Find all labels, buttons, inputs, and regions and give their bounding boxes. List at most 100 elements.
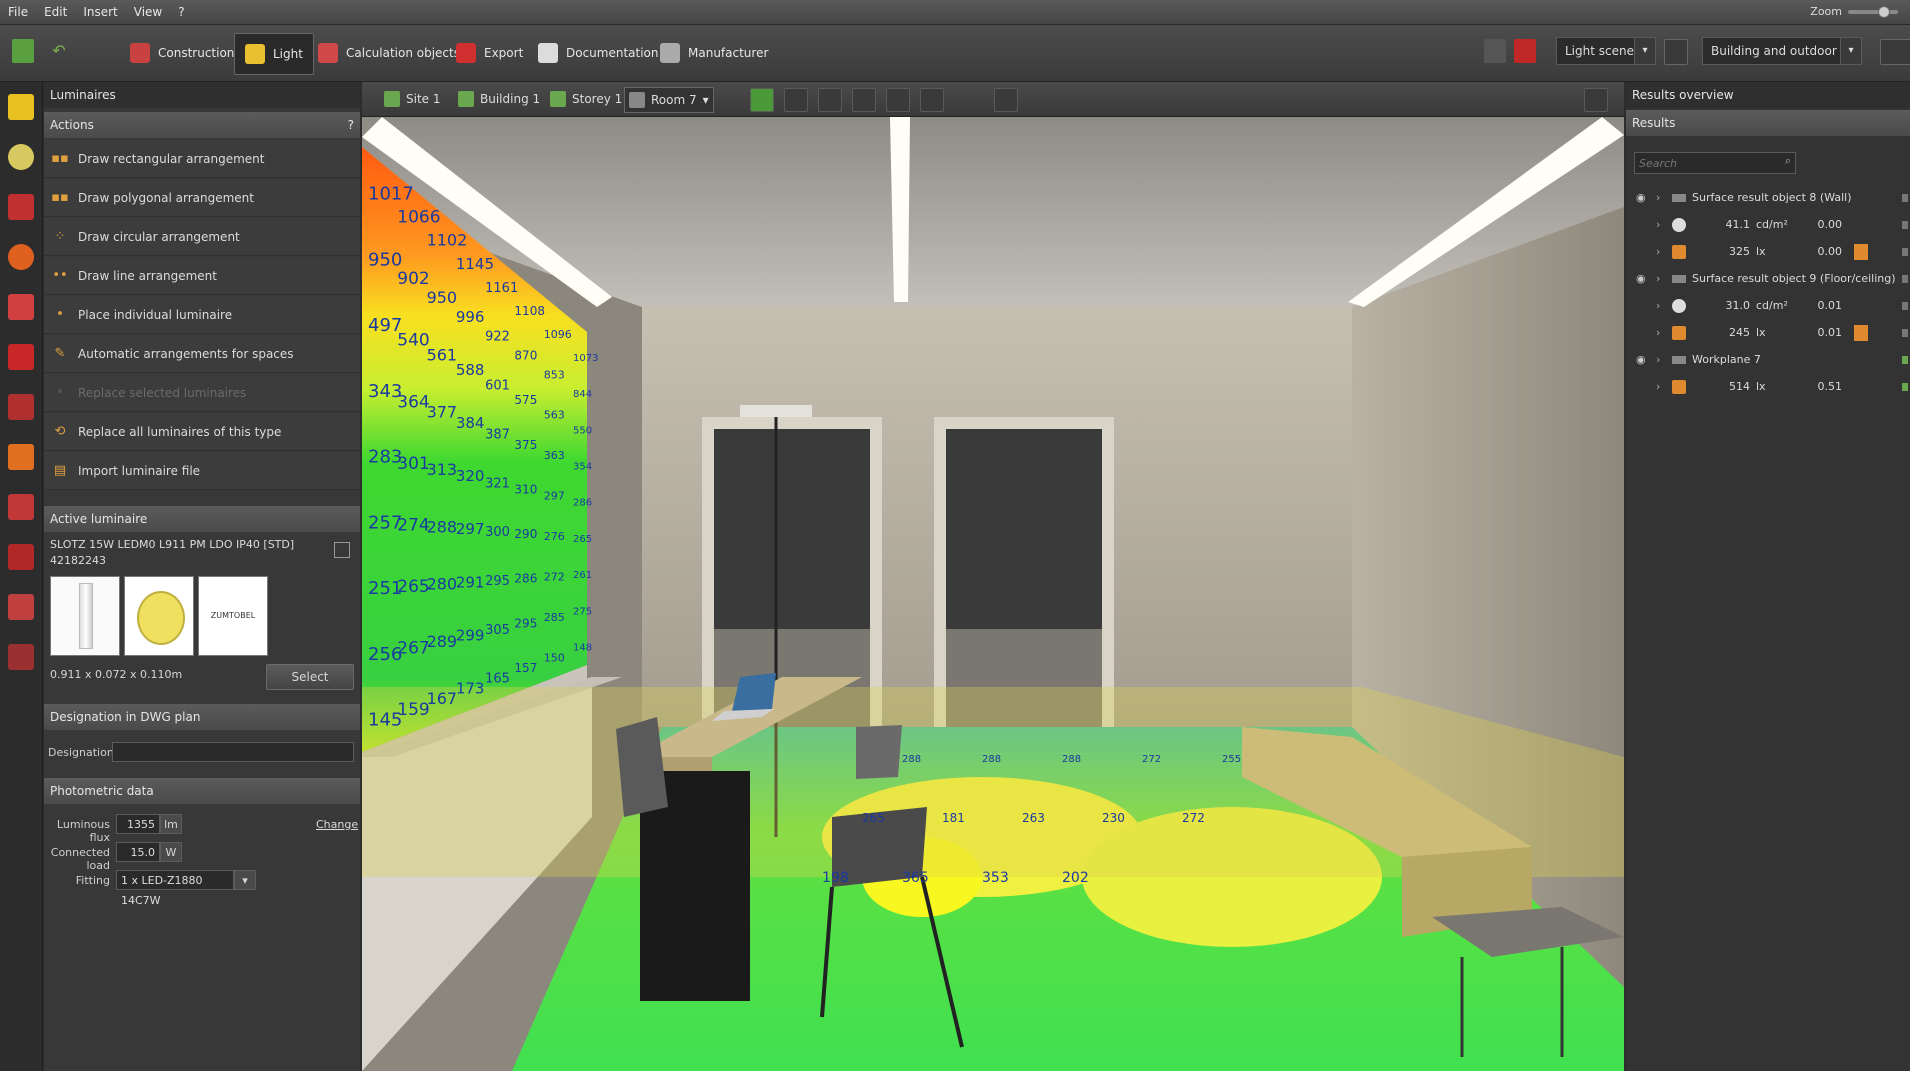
action-label: Draw circular arrangement <box>78 229 240 244</box>
zoom-slider[interactable] <box>1848 6 1898 18</box>
site-icon <box>384 91 400 107</box>
chevron-down-icon[interactable]: ▾ <box>234 870 256 890</box>
result-value-row[interactable]: › 41.1 cd/m² 0.00 <box>1626 213 1910 237</box>
designation-input[interactable] <box>112 742 354 762</box>
floor-isolux-value: 198 <box>822 870 849 886</box>
view-front-icon[interactable] <box>818 88 842 112</box>
luminous-flux-unit: lm <box>160 814 182 834</box>
measure-icon[interactable] <box>8 294 34 320</box>
surface-icon <box>1672 194 1686 202</box>
luminaire-icon[interactable] <box>8 94 34 120</box>
expand-arrow-icon[interactable]: › <box>1656 213 1660 237</box>
isolux-value: 148 <box>573 643 592 654</box>
arrangement-icon[interactable] <box>8 194 34 220</box>
room-icon[interactable] <box>8 344 34 370</box>
window-icon[interactable] <box>8 544 34 570</box>
object-icon[interactable] <box>8 594 34 620</box>
bulb-icon[interactable] <box>8 144 34 170</box>
zoom-slider-knob[interactable] <box>1878 6 1890 18</box>
stack-icon[interactable] <box>8 444 34 470</box>
door-icon[interactable] <box>8 494 34 520</box>
tab-manufacturer[interactable]: Manufacturer <box>650 33 778 73</box>
delete-icon[interactable] <box>1514 39 1536 63</box>
tab-construction[interactable]: Construction <box>120 33 244 73</box>
expand-arrow-icon[interactable]: › <box>1656 348 1660 372</box>
expand-arrow-icon[interactable]: › <box>1656 267 1660 291</box>
crumb-room[interactable]: Room 7 ▾ <box>624 87 714 113</box>
menu-view[interactable]: View <box>126 0 170 24</box>
search-input[interactable] <box>1635 153 1771 173</box>
view-right-icon[interactable] <box>920 88 944 112</box>
floor-isolux-value: 353 <box>982 870 1009 886</box>
monitor-icon[interactable] <box>1664 39 1688 65</box>
result-value-row[interactable]: › 245 lx 0.01 <box>1626 321 1910 345</box>
action-import-luminaire[interactable]: ▤ Import luminaire file <box>44 452 360 490</box>
isolux-value: 364 <box>397 392 429 412</box>
crumb-site[interactable]: Site 1 <box>380 87 445 111</box>
view-toolbar: Site 1 Building 1 Storey 1 Room 7 ▾ <box>362 82 1624 117</box>
action-draw-polygonal[interactable]: ▪▪ Draw polygonal arrangement <box>44 179 360 217</box>
view-plan-icon[interactable] <box>784 88 808 112</box>
view-3d-icon[interactable] <box>750 88 774 112</box>
result-object-label: Surface result object 9 (Floor/ceiling) <box>1692 272 1896 285</box>
light-distribution-diagram <box>124 576 194 656</box>
panel-toggle-icon[interactable] <box>1880 39 1910 65</box>
action-automatic-arrangement[interactable]: ✎ Automatic arrangements for spaces <box>44 335 360 373</box>
search-box[interactable]: ⌕ <box>1634 152 1796 174</box>
isolux-value: 272 <box>544 570 565 583</box>
result-value-row[interactable]: › 325 lx 0.00 <box>1626 240 1910 264</box>
undo-icon[interactable]: ↶ <box>48 39 70 63</box>
tab-calculation-objects-label: Calculation objects <box>346 46 460 60</box>
menu-help[interactable]: ? <box>170 0 192 24</box>
menu-edit[interactable]: Edit <box>36 0 75 24</box>
result-object-row[interactable]: ◉ › Surface result object 9 (Floor/ceiling… <box>1626 267 1910 291</box>
result-value-row[interactable]: › 514 lx 0.51 <box>1626 375 1910 399</box>
expand-arrow-icon[interactable]: › <box>1656 294 1660 318</box>
crumb-building[interactable]: Building 1 <box>454 87 544 111</box>
eye-icon[interactable]: ◉ <box>1636 186 1646 210</box>
action-draw-circular[interactable]: ⁘ Draw circular arrangement <box>44 218 360 256</box>
action-replace-all[interactable]: ⟲ Replace all luminaires of this type <box>44 413 360 451</box>
stairs-icon[interactable] <box>8 644 34 670</box>
search-icon[interactable]: ⌕ <box>1785 154 1791 168</box>
grid-icon[interactable] <box>1030 88 1052 110</box>
save-icon[interactable] <box>12 39 34 63</box>
action-draw-line[interactable]: •• Draw line arrangement <box>44 257 360 295</box>
3d-viewport[interactable]: 1017 1066 1102 1145 1161 1108 1096 1073 950 902 95… <box>362 117 1624 1071</box>
luminance-icon <box>1672 218 1686 232</box>
result-value-row[interactable]: › 31.0 cd/m² 0.01 <box>1626 294 1910 318</box>
crumb-storey[interactable]: Storey 1 <box>546 87 626 111</box>
view-mode-dropdown[interactable]: Building and outdoor pla ▾ <box>1702 37 1862 65</box>
action-label: Draw line arrangement <box>78 268 217 283</box>
wrench-icon[interactable] <box>8 394 34 420</box>
light-scene-dropdown[interactable]: Light scenes 1 ▾ <box>1556 37 1656 65</box>
menu-insert[interactable]: Insert <box>75 0 125 24</box>
result-object-row[interactable]: ◉ › Surface result object 8 (Wall) <box>1626 186 1910 210</box>
menu-file[interactable]: File <box>0 0 36 24</box>
tab-construction-label: Construction <box>158 46 235 60</box>
expand-arrow-icon[interactable]: › <box>1656 375 1660 399</box>
color-icon[interactable] <box>8 244 34 270</box>
tab-light[interactable]: Light <box>234 33 314 75</box>
eye-icon[interactable]: ◉ <box>1636 267 1646 291</box>
copy-icon[interactable] <box>334 542 350 558</box>
expand-arrow-icon[interactable]: › <box>1656 240 1660 264</box>
help-icon[interactable]: ? <box>348 112 354 138</box>
tab-documentation[interactable]: Documentation <box>528 33 669 73</box>
fitting-select[interactable]: 1 x LED-Z1880 14C7W <box>116 870 234 907</box>
left-icon-strip <box>0 82 43 1071</box>
view-back-icon[interactable] <box>886 88 910 112</box>
select-button[interactable]: Select <box>266 664 354 690</box>
fit-view-icon[interactable] <box>994 88 1018 112</box>
action-place-individual[interactable]: • Place individual luminaire <box>44 296 360 334</box>
change-link[interactable]: Change <box>316 818 358 831</box>
result-object-row[interactable]: ◉ › Workplane 7 <box>1626 348 1910 372</box>
view-side-icon[interactable] <box>852 88 876 112</box>
expand-arrow-icon[interactable]: › <box>1656 321 1660 345</box>
monitor-icon[interactable] <box>1584 88 1608 112</box>
tab-export[interactable]: Export <box>446 33 533 73</box>
action-draw-rectangular[interactable]: ▪▪ Draw rectangular arrangement <box>44 140 360 178</box>
eye-icon[interactable]: ◉ <box>1636 348 1646 372</box>
lock-icon[interactable] <box>1484 39 1506 63</box>
expand-arrow-icon[interactable]: › <box>1656 186 1660 210</box>
